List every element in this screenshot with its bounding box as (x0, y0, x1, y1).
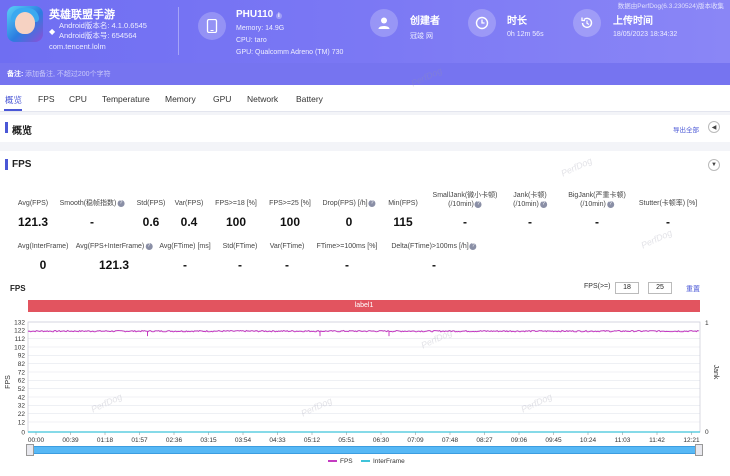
version-text: 数据由PerfDog(6.3.230524)版本收集 (617, 3, 724, 10)
package-name: com.tencent.lolm (49, 42, 106, 51)
upload-time-icon (573, 9, 601, 37)
stat-value: - (595, 215, 599, 229)
label-band[interactable]: label1 (28, 300, 700, 312)
stat-value: 100 (279, 215, 301, 229)
stat-value: 100 (225, 215, 247, 229)
stat-label: Stutter(卡顿率) [%] (638, 200, 698, 207)
note-label: 备注: (7, 71, 24, 78)
stat-label: Avg(FPS) (17, 200, 49, 207)
overview-title: 概览 (12, 126, 32, 137)
stat-value: 0.6 (142, 215, 160, 229)
help-icon: ? (368, 199, 376, 207)
active-tab-indicator (4, 109, 22, 111)
creator-value: 冠竣 网 (410, 33, 433, 40)
help-icon: ? (469, 242, 477, 250)
overview-section: 概览 导出全部 ◀ (0, 115, 730, 142)
help-icon: ? (606, 200, 614, 208)
stat-label: Drop(FPS) [/h]? (322, 199, 376, 207)
help-icon: ? (474, 200, 482, 208)
stat-label: FPS>=25 [%] (269, 200, 311, 207)
device-name: PHU110 i (236, 9, 282, 20)
note-bar: 备注: 添加备注, 不超过200个字符 (0, 63, 730, 85)
stat-value: - (528, 215, 532, 229)
android-icon: ◆ (49, 27, 56, 36)
chart-title: FPS (10, 284, 26, 293)
help-icon: ? (117, 199, 125, 207)
upload-label: 上传时间 (613, 16, 653, 27)
stat-label: FTime>=100ms [%] (316, 243, 378, 250)
duration-label: 时长 (507, 16, 527, 27)
stat-value: - (238, 258, 242, 272)
stat-label: Jank(卡顿) (/10min)? (513, 192, 547, 208)
stat-value: 121.3 (17, 215, 49, 229)
reset-button[interactable]: 重置 (686, 284, 700, 294)
stat-value: - (90, 215, 94, 229)
fps-threshold-2-input[interactable]: 25 (648, 282, 672, 294)
tab-battery[interactable]: Battery (296, 94, 323, 104)
stat-label: Var(FPS) (174, 200, 204, 207)
fps-title: FPS (12, 159, 32, 170)
tab-cpu[interactable]: CPU (69, 94, 87, 104)
upload-value: 18/05/2023 18:34:32 (613, 31, 678, 38)
note-input[interactable]: 添加备注, 不超过200个字符 (25, 69, 111, 79)
clock-icon (468, 9, 496, 37)
stat-label: Std(FTime) (222, 243, 258, 250)
stat-label: Var(FTime) (269, 243, 305, 250)
stat-value: 0.4 (180, 215, 198, 229)
help-icon: ? (539, 200, 547, 208)
report-header: 英雄联盟手游 ◆ Android版本名: 4.1.0.6545 Android版… (0, 0, 730, 63)
stat-value: 0 (345, 215, 353, 229)
fps-threshold-label: FPS(>=) (584, 283, 611, 290)
tab-memory[interactable]: Memory (165, 94, 196, 104)
tab-overview[interactable]: 概览 (5, 94, 22, 106)
android-code: Android版本号: 654564 (59, 31, 137, 40)
phone-icon (198, 12, 226, 40)
tab-temperature[interactable]: Temperature (102, 94, 150, 104)
stat-label: SmallJank(微小卡顿) (/10min)? (432, 192, 498, 208)
creator-label: 创建者 (410, 16, 440, 27)
stat-label: Std(FPS) (136, 200, 166, 207)
stat-value: - (345, 258, 349, 272)
fps-threshold-1-input[interactable]: 18 (615, 282, 639, 294)
user-icon (370, 9, 398, 37)
stat-label: Avg(InterFrame) (17, 243, 69, 250)
stat-label: Avg(FPS+InterFrame)? (75, 242, 153, 250)
help-icon: ? (145, 242, 153, 250)
legend-interframe[interactable]: InterFrame (361, 458, 405, 465)
stat-value: 121.3 (98, 258, 130, 272)
stat-value: - (285, 258, 289, 272)
collapse-overview-button[interactable]: ◀ (708, 121, 720, 133)
stat-label: FPS>=18 [%] (215, 200, 257, 207)
export-all-link[interactable]: 导出全部 (673, 124, 699, 134)
stat-value: - (463, 215, 467, 229)
collapse-fps-button[interactable]: ▼ (708, 159, 720, 171)
tab-fps[interactable]: FPS (38, 94, 55, 104)
stat-value: 115 (393, 215, 413, 229)
stat-label: Min(FPS) (388, 200, 418, 207)
scrollbar-right-handle[interactable] (695, 444, 703, 456)
tab-gpu[interactable]: GPU (213, 94, 231, 104)
time-range-scrollbar[interactable] (28, 446, 700, 454)
stat-label: BigJank(严重卡顿) (/10min)? (568, 192, 626, 208)
stat-value: - (183, 258, 187, 272)
app-icon (7, 6, 43, 42)
tab-bar: 概览 FPS CPU Temperature Memory GPU Networ… (0, 85, 730, 112)
device-gpu: GPU: Qualcomm Adreno (TM) 730 (236, 49, 344, 56)
scrollbar-left-handle[interactable] (26, 444, 34, 456)
legend-fps[interactable]: FPS (328, 458, 353, 465)
stat-label: Avg(FTime) [ms] (159, 243, 211, 250)
device-cpu: CPU: taro (236, 37, 267, 44)
stat-value: - (432, 258, 436, 272)
device-memory: Memory: 14.9G (236, 25, 285, 32)
duration-value: 0h 12m 56s (507, 31, 544, 38)
stat-label: Delta(FTime)>100ms [/h]? (391, 242, 477, 250)
stat-label: Smooth(稳帧指数)? (59, 199, 125, 207)
tab-network[interactable]: Network (247, 94, 278, 104)
stat-value: 0 (39, 258, 47, 272)
